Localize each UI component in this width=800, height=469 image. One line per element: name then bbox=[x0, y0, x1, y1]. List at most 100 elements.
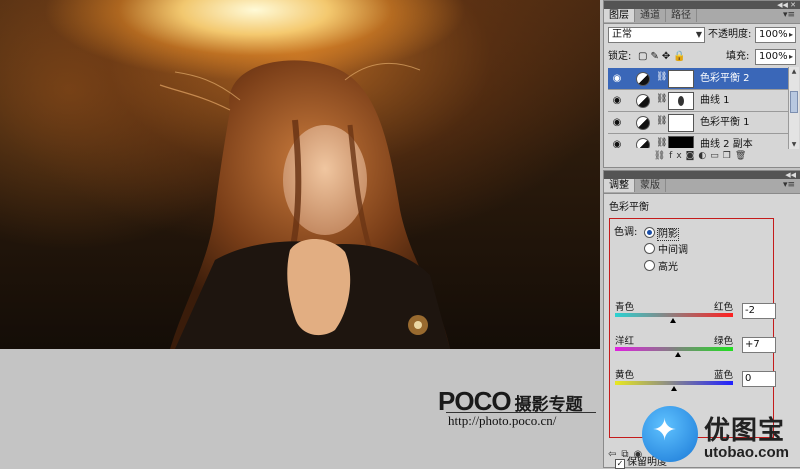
layer-mask-thumbnail[interactable] bbox=[668, 70, 694, 88]
visibility-eye-icon[interactable]: ◉ bbox=[610, 94, 624, 107]
layer-row[interactable]: ◉ ⛓ 曲线 1 bbox=[608, 90, 791, 112]
tab-paths[interactable]: 路径 bbox=[666, 9, 697, 22]
watermark-divider bbox=[446, 412, 596, 413]
new-layer-icon[interactable]: ❐ bbox=[723, 151, 735, 161]
radio-selected-icon[interactable] bbox=[644, 227, 655, 238]
layer-name: 曲线 1 bbox=[700, 95, 730, 106]
adjust-panel-tabs: 调整 蒙版 ▾≡ bbox=[604, 179, 800, 194]
chevron-right-icon: ▸ bbox=[788, 52, 793, 61]
slider-handle[interactable] bbox=[669, 318, 676, 323]
visibility-eye-icon[interactable]: ◉ bbox=[610, 72, 624, 85]
layers-footer-toolbar: ⛓fx◙◐▭❐🗑 bbox=[608, 151, 796, 165]
tone-radio-shadows[interactable]: 阴影 bbox=[644, 227, 679, 241]
tab-masks[interactable]: 蒙版 bbox=[635, 179, 666, 192]
radio-icon[interactable] bbox=[644, 243, 655, 254]
tab-channels[interactable]: 通道 bbox=[635, 9, 666, 22]
bird-logo-icon: ✦ bbox=[652, 413, 678, 448]
layer-mask-thumbnail[interactable] bbox=[668, 114, 694, 132]
layer-row[interactable]: ◉ ⛓ 色彩平衡 1 bbox=[608, 112, 791, 134]
scroll-down-icon[interactable]: ▼ bbox=[789, 140, 799, 149]
tone-radio-midtones[interactable]: 中间调 bbox=[644, 243, 688, 257]
slider-right-label: 红色 bbox=[713, 302, 733, 313]
slider-track[interactable] bbox=[615, 313, 733, 317]
radio-icon[interactable] bbox=[644, 260, 655, 271]
slider-track[interactable] bbox=[615, 381, 733, 385]
tone-option-label: 高光 bbox=[658, 262, 678, 273]
cyan-red-value-input[interactable]: -2 bbox=[742, 303, 776, 319]
adjustment-layer-icon bbox=[636, 94, 650, 108]
fill-input[interactable]: 100% ▸ bbox=[755, 49, 796, 65]
lock-transparency-icon[interactable]: ▢ bbox=[638, 51, 650, 62]
slider-right-label: 绿色 bbox=[713, 336, 733, 347]
panel-menu-icon[interactable]: ▾≡ bbox=[783, 10, 795, 20]
cyan-red-slider[interactable]: 青色 红色 bbox=[615, 299, 733, 325]
panel-menu-icon[interactable]: ▾≡ bbox=[783, 180, 795, 190]
slider-handle[interactable] bbox=[671, 386, 677, 391]
portrait-image bbox=[159, 60, 450, 349]
tone-radio-highlights[interactable]: 高光 bbox=[644, 260, 678, 274]
chevron-right-icon: ▸ bbox=[788, 30, 793, 39]
opacity-input[interactable]: 100% ▸ bbox=[755, 27, 796, 43]
new-group-icon[interactable]: ▭ bbox=[710, 151, 723, 161]
link-layers-icon[interactable]: ⛓ bbox=[654, 151, 669, 161]
adjustment-layer-icon bbox=[636, 116, 650, 130]
chevron-down-icon: ▼ bbox=[695, 30, 702, 39]
blend-mode-select[interactable]: 正常 ▼ bbox=[608, 27, 705, 43]
fill-label: 填充: bbox=[726, 51, 750, 62]
link-chain-icon: ⛓ bbox=[656, 138, 668, 148]
back-arrow-icon[interactable]: ⇦ bbox=[608, 449, 621, 460]
fill-value: 100% bbox=[759, 51, 788, 62]
layers-panel-tabs: 图层 通道 路径 ▾≡ bbox=[604, 9, 800, 24]
layer-style-icon[interactable]: fx bbox=[669, 151, 686, 161]
collapse-icon[interactable]: ◀◀ ✕ bbox=[777, 1, 796, 9]
tone-label: 色调: bbox=[614, 227, 638, 238]
badge-url: utobao.com bbox=[704, 444, 789, 461]
expand-view-icon[interactable]: ⧉ bbox=[621, 449, 633, 460]
panel-collapse-bar[interactable]: ◀◀ ✕ bbox=[604, 1, 800, 9]
collapse-icon[interactable]: ◀◀ bbox=[785, 171, 796, 179]
layers-panel: ◀◀ ✕ 图层 通道 路径 ▾≡ 正常 ▼ 不透明度: 100% ▸ 锁定: ▢… bbox=[603, 0, 800, 168]
slider-right-label: 蓝色 bbox=[713, 370, 733, 381]
layer-name: 曲线 2 副本 bbox=[700, 139, 753, 148]
slider-left-label: 青色 bbox=[615, 302, 635, 313]
poco-watermark: POCO 摄影专题 http://photo.poco.cn/ bbox=[438, 386, 596, 429]
lock-row: 锁定: ▢✎✥🔒 填充: 100% ▸ bbox=[608, 49, 796, 66]
photo-canvas[interactable] bbox=[0, 0, 600, 349]
opacity-value: 100% bbox=[759, 29, 788, 40]
layers-scrollbar[interactable]: ▲ ▼ bbox=[788, 67, 799, 149]
lock-all-icon[interactable]: 🔒 bbox=[673, 51, 688, 62]
slider-handle[interactable] bbox=[675, 352, 682, 357]
new-adjustment-icon[interactable]: ◐ bbox=[698, 151, 710, 161]
add-mask-icon[interactable]: ◙ bbox=[686, 151, 699, 161]
layer-name: 色彩平衡 1 bbox=[700, 117, 750, 128]
layer-row[interactable]: ◉ ⛓ 曲线 2 副本 bbox=[608, 134, 791, 148]
tab-adjustments[interactable]: 调整 bbox=[604, 179, 635, 192]
visibility-eye-icon[interactable]: ◉ bbox=[610, 138, 624, 148]
link-chain-icon: ⛓ bbox=[656, 72, 668, 82]
visibility-eye-icon[interactable]: ◉ bbox=[610, 116, 624, 129]
delete-layer-icon[interactable]: 🗑 bbox=[735, 151, 750, 161]
scroll-thumb[interactable] bbox=[790, 91, 798, 113]
yellow-blue-slider[interactable]: 黄色 蓝色 bbox=[615, 367, 733, 393]
scroll-up-icon[interactable]: ▲ bbox=[789, 67, 799, 76]
badge-name: 优图宝 bbox=[704, 416, 786, 446]
magenta-green-slider[interactable]: 洋红 绿色 bbox=[615, 333, 733, 359]
lock-icons[interactable]: ▢✎✥🔒 bbox=[638, 49, 689, 65]
tone-option-label: 中间调 bbox=[658, 245, 688, 256]
opacity-label: 不透明度: bbox=[708, 29, 752, 40]
slider-left-label: 洋红 bbox=[615, 336, 635, 347]
slider-track[interactable] bbox=[615, 347, 733, 351]
layer-mask-thumbnail[interactable] bbox=[668, 136, 694, 148]
layer-mask-thumbnail[interactable] bbox=[668, 92, 694, 110]
panel-collapse-bar[interactable]: ◀◀ bbox=[604, 171, 800, 179]
lock-brush-icon[interactable]: ✎ bbox=[650, 51, 661, 62]
layer-row[interactable]: ◉ ⛓ 色彩平衡 2 bbox=[608, 68, 791, 90]
adjustment-layer-icon bbox=[636, 138, 650, 148]
tone-option-label: 阴影 bbox=[657, 228, 679, 241]
tab-layers[interactable]: 图层 bbox=[604, 9, 635, 22]
lock-move-icon[interactable]: ✥ bbox=[662, 51, 673, 62]
yellow-blue-value-input[interactable]: 0 bbox=[742, 371, 776, 387]
magenta-green-value-input[interactable]: +7 bbox=[742, 337, 776, 353]
adjustment-title: 色彩平衡 bbox=[609, 202, 649, 213]
link-chain-icon: ⛓ bbox=[656, 116, 668, 126]
